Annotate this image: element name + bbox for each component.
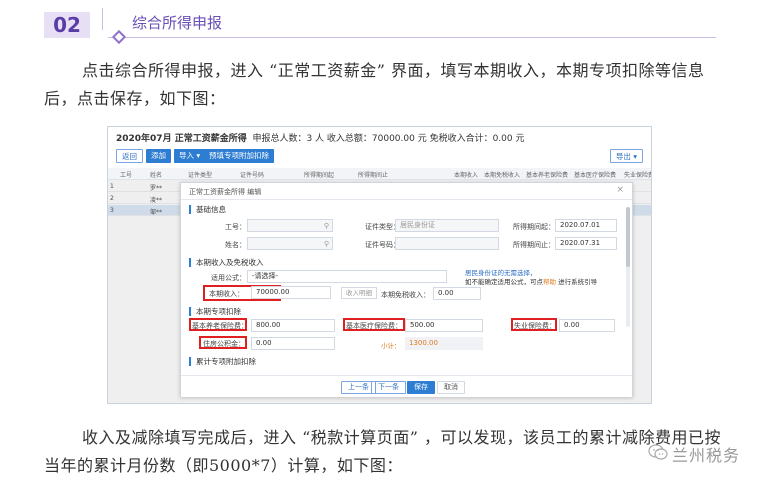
column-header: 所得期间止 [358,172,389,179]
watermark: 兰州税务 [648,442,768,465]
column-header: 证件类型 [188,172,213,179]
scrollbar-thumb[interactable] [626,207,630,267]
formula-label: 适用公式： [211,274,246,282]
column-header: 基本养老保险费 [526,172,569,179]
column-header: 姓名 [150,172,163,179]
wechat-icon [648,444,668,460]
pension-label: 基本养老保险费： [192,322,248,330]
income-detail-button[interactable]: 收入明细 [341,287,377,299]
column-header: 证件号码 [240,172,265,179]
id-number-field[interactable] [395,237,499,250]
summary-text: 申报总人数：3 人 收入总额：70000.00 元 免税收入合计：0.00 元 [252,134,525,144]
section-header: 02 综合所得申报 [44,8,716,45]
column-header: 本期收入 [454,172,479,179]
income-field[interactable]: 70000.00 [251,286,331,299]
divider [181,199,632,200]
close-icon[interactable]: × [616,185,624,195]
column-header: 本期免税收入 [484,172,521,179]
id-type-field[interactable]: 居民身份证 [395,219,499,232]
watermark-text: 兰州税务 [672,446,741,465]
period-title: 2020年07月 正常工资薪金所得 [116,134,247,144]
section-divider [102,8,103,30]
column-header: 工号 [120,172,133,179]
subtotal-label: 小计： [381,342,401,350]
formula-select[interactable]: -请选择- [247,270,447,283]
software-screenshot: 2020年07月 正常工资薪金所得 申报总人数：3 人 收入总额：70000.0… [107,126,652,404]
section-underline [108,37,716,38]
column-header: 基本医疗保险费 [574,172,617,179]
housing-fund-field[interactable]: 0.00 [251,337,335,350]
medical-label: 基本医疗保险费： [346,322,402,330]
medical-field[interactable]: 500.00 [405,319,483,332]
note-line2: 如不能确定适用公式，可点 [465,278,543,286]
employee-id-field[interactable]: ⚲ [247,219,333,232]
name-field[interactable]: ⚲ [247,237,333,250]
prefill-deduction-button[interactable]: 预填专项附加扣除 [204,149,274,163]
pension-field[interactable]: 800.00 [251,319,335,332]
section-income: 本期收入及免税收入 [189,258,264,267]
housing-fund-label: 住房公积金： [203,340,245,348]
section-basic-info: 基础信息 [189,205,226,214]
period-start-label: 所得期间起： [513,223,555,231]
search-icon: ⚲ [323,240,329,248]
column-header: 所得期间起 [304,172,335,179]
tax-free-field[interactable]: 0.00 [433,287,481,300]
dialog-footer: 上一条 下一条 保存 取消 [181,375,632,397]
screenshot-title: 2020年07月 正常工资薪金所得 申报总人数：3 人 收入总额：70000.0… [116,131,524,144]
add-button[interactable]: 添加 [146,149,171,163]
formula-note: 居民身份证的无需选择， 如不能确定适用公式，可点帮助 进行系统引导 [465,269,597,287]
unemployment-label: 失业保险费： [514,322,556,330]
next-record-button[interactable]: 下一条 [371,381,406,394]
employee-id-label: 工号： [225,223,246,231]
back-button[interactable]: 返回 [116,149,143,163]
section-accumulated-deduction: 累计专项附加扣除 [189,357,256,366]
dialog-title: 正常工资薪金所得 编辑 [189,188,262,196]
save-button[interactable]: 保存 [407,381,435,394]
help-link[interactable]: 帮助 [543,278,556,286]
export-button[interactable]: 导出 ▾ [609,149,643,163]
period-end-label: 所得期间止： [513,241,555,249]
after-paragraph: 收入及减除填写完成后，进入 “税款计算页面” ，可以发现，该员工的累计减除费用已… [44,428,722,475]
cancel-button[interactable]: 取消 [437,381,465,394]
section-special-deduction: 本期专项扣除 [189,307,241,316]
diamond-icon [111,29,127,45]
note-line2-end: 进行系统引导 [558,278,598,286]
period-start-field[interactable]: 2020.07.01 [555,219,617,232]
note-line1: 居民身份证的无需选择， [465,269,537,277]
unemployment-field[interactable]: 0.00 [559,319,615,332]
section-title: 综合所得申报 [132,14,223,32]
search-icon: ⚲ [323,222,329,230]
column-header: 失业保险费 [624,172,652,179]
period-end-field[interactable]: 2020.07.31 [555,237,617,250]
income-label: 本期收入： [209,290,244,298]
subtotal-value: 1300.00 [405,337,483,350]
section-number: 02 [44,12,90,38]
name-label: 姓名： [225,241,246,249]
import-button[interactable]: 导入 ▾ [174,149,206,163]
table-header: 工号 姓名 证件类型 证件号码 所得期间起 所得期间止 本期收入 本期免税收入 … [108,168,652,180]
edit-dialog: 正常工资薪金所得 编辑 × 基础信息 工号： ⚲ 姓名： ⚲ 证件类型： 居民身… [180,182,633,397]
tax-free-label: 本期免税收入： [381,291,430,299]
dialog-scrollbar[interactable] [626,207,630,327]
intro-paragraph: 点击综合所得申报，进入 “正常工资薪金” 界面，填写本期收入，本期专项扣除等信息… [44,61,705,108]
toolbar: 返回 添加 导入 ▾ 预填专项附加扣除 导出 ▾ [108,149,651,165]
